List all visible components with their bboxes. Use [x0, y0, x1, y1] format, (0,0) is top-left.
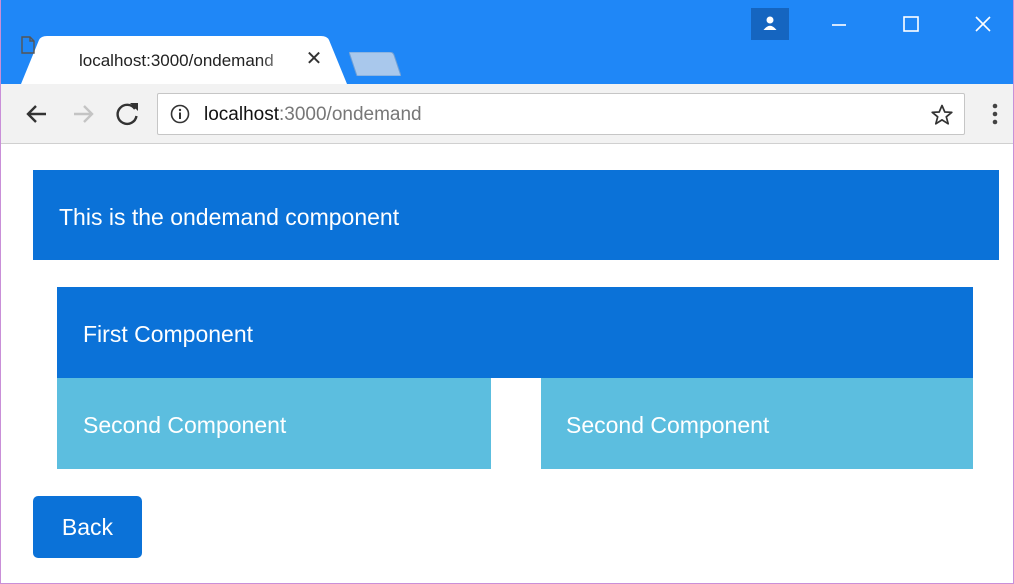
close-icon[interactable]: [963, 8, 1003, 40]
address-bar[interactable]: localhost:3000/ondemand: [157, 93, 965, 135]
document-icon: [21, 36, 35, 54]
first-component: First Component: [57, 287, 973, 378]
menu-icon[interactable]: [985, 102, 1005, 128]
info-icon[interactable]: [170, 104, 190, 124]
profile-button[interactable]: [751, 8, 789, 40]
star-icon[interactable]: [930, 103, 954, 127]
forward-arrow-icon[interactable]: [67, 98, 99, 130]
page-content: This is the ondemand component First Com…: [1, 145, 1013, 583]
minimize-icon[interactable]: [819, 8, 859, 40]
reload-icon[interactable]: [111, 98, 143, 130]
new-tab-button[interactable]: [349, 52, 401, 76]
second-component: Second Component: [541, 378, 973, 469]
title-bar: localhost:3000/ondemand ✕: [1, 0, 1013, 84]
tab-title: localhost:3000/ondemand: [79, 51, 274, 70]
back-arrow-icon[interactable]: [21, 98, 53, 130]
browser-toolbar: localhost:3000/ondemand: [1, 84, 1013, 144]
back-button[interactable]: Back: [33, 496, 142, 558]
tab-close-icon[interactable]: ✕: [303, 48, 325, 70]
url-text: localhost:3000/ondemand: [204, 104, 422, 126]
url-path: :3000/ondemand: [279, 104, 422, 125]
ondemand-component: This is the ondemand component: [33, 170, 999, 260]
browser-window: localhost:3000/ondemand ✕ localhost:3000…: [0, 0, 1014, 584]
maximize-icon[interactable]: [891, 8, 931, 40]
url-host: localhost: [204, 104, 279, 125]
profile-icon: [763, 16, 777, 30]
second-component: Second Component: [57, 378, 491, 469]
browser-tab[interactable]: localhost:3000/ondemand ✕: [21, 36, 347, 84]
